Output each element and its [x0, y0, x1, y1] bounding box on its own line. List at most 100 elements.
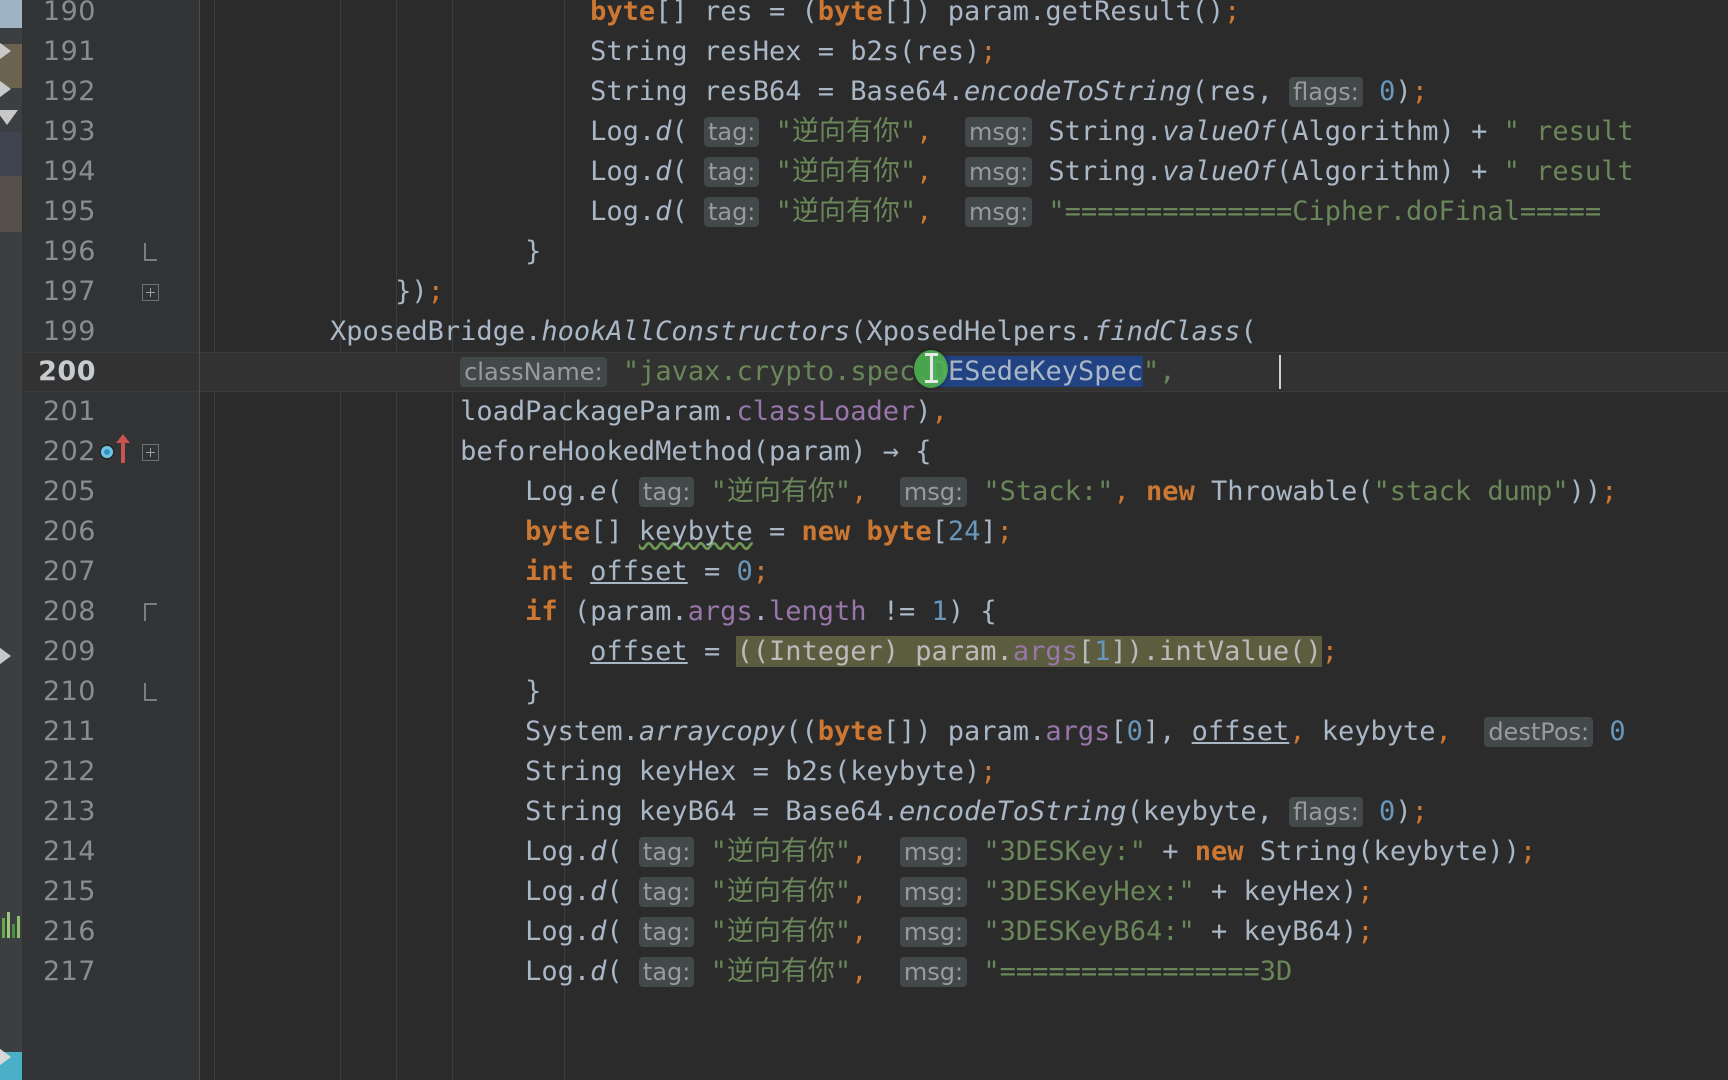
line-number: 191 [42, 36, 96, 67]
gutter-line[interactable]: 209 [22, 632, 199, 672]
code-token: String resHex = b2s(res) [590, 36, 981, 67]
fold-region-marker[interactable] [144, 603, 157, 621]
gutter-line[interactable]: 196 [22, 232, 199, 272]
string-literal: "逆向有你" [710, 476, 852, 507]
code-token: ) { [947, 596, 997, 627]
parameter-hint: className: [460, 357, 607, 387]
fold-region-marker[interactable] [144, 243, 157, 261]
gutter-line[interactable]: 216 [22, 912, 199, 952]
gutter-line[interactable]: 214 [22, 832, 199, 872]
code-line[interactable]: System.arraycopy((byte[]) param.args[0],… [200, 712, 1728, 752]
code-line[interactable]: loadPackageParam.classLoader), [200, 392, 1728, 432]
code-line[interactable]: Log.d( tag: "逆向有你", msg: "3DESKey:" + ne… [200, 832, 1728, 872]
chevron-right-icon-d[interactable] [0, 1046, 11, 1068]
code-token: ( [606, 836, 639, 867]
line-number: 217 [42, 956, 96, 987]
code-token: () [1191, 0, 1225, 27]
fold-region-marker[interactable] [144, 683, 157, 701]
chevron-right-icon-c[interactable] [0, 645, 11, 667]
code-line[interactable]: String resHex = b2s(res); [200, 32, 1728, 72]
gutter-line[interactable]: 212 [22, 752, 199, 792]
code-line[interactable]: String resB64 = Base64.encodeToString(re… [200, 72, 1728, 112]
code-line[interactable]: } [200, 232, 1728, 272]
code-token: , [851, 836, 884, 867]
gutter-line[interactable]: 192 [22, 72, 199, 112]
code-line[interactable]: offset = ((Integer) param.args[1]).intVa… [200, 632, 1728, 672]
structure-marker-rail[interactable] [0, 0, 22, 1080]
override-method-icon[interactable] [116, 434, 130, 463]
fold-expand-icon[interactable] [142, 284, 159, 301]
code-line[interactable]: beforeHookedMethod(param) → { [200, 432, 1728, 472]
code-token: new [1145, 476, 1195, 507]
code-line[interactable]: byte[] res = (byte[]) param.getResult(); [200, 0, 1728, 32]
code-line[interactable]: Log.d( tag: "逆向有你", msg: String.valueOf(… [200, 112, 1728, 152]
code-line[interactable]: Log.d( tag: "逆向有你", msg: "==============… [200, 192, 1728, 232]
code-line[interactable]: }); [200, 272, 1728, 312]
gutter-line[interactable]: 208 [22, 592, 199, 632]
gutter-line[interactable]: 207 [22, 552, 199, 592]
gutter-line[interactable]: 202 [22, 432, 199, 472]
code-token: = [687, 556, 737, 587]
code-token: , [851, 476, 884, 507]
gutter-line[interactable]: 201 [22, 392, 199, 432]
code-token: (XposedHelpers. [850, 316, 1095, 347]
code-line[interactable]: byte[] keybyte = new byte[24]; [200, 512, 1728, 552]
code-line[interactable]: Log.e( tag: "逆向有你", msg: "Stack:", new T… [200, 472, 1728, 512]
code-line[interactable]: if (param.args.length != 1) { [200, 592, 1728, 632]
gutter-line[interactable]: 211 [22, 712, 199, 752]
code-line[interactable]: String keyHex = b2s(keybyte); [200, 752, 1728, 792]
code-line[interactable]: Log.d( tag: "逆向有你", msg: String.valueOf(… [200, 152, 1728, 192]
code-token: loadPackageParam. [200, 396, 737, 427]
code-line[interactable]: Log.d( tag: "逆向有你", msg: "3DESKeyB64:" +… [200, 912, 1728, 952]
gutter-line[interactable]: 199 [22, 312, 199, 352]
gutter-line[interactable]: 191 [22, 32, 199, 72]
line-number: 192 [42, 76, 96, 107]
code-line[interactable]: int offset = 0; [200, 552, 1728, 592]
code-token: String keyHex = b2s(keybyte) [525, 756, 981, 787]
code-token: = [687, 636, 737, 667]
code-line[interactable]: Log.d( tag: "逆向有你", msg: "3DESKeyHex:" +… [200, 872, 1728, 912]
lambda-run-gutter-icon[interactable] [98, 443, 116, 461]
code-line[interactable]: Log.d( tag: "逆向有你", msg: "==============… [200, 952, 1728, 992]
code-token: keybyte [638, 516, 753, 547]
code-token: ; [1357, 916, 1374, 947]
code-line[interactable]: className: "javax.crypto.spec.DESedeKeyS… [200, 352, 1728, 392]
gutter-line[interactable]: 210 [22, 672, 199, 712]
code-line[interactable]: String keyB64 = Base64.encodeToString(ke… [200, 792, 1728, 832]
parameter-hint: tag: [703, 117, 760, 147]
parameter-hint: msg: [899, 957, 968, 987]
string-literal: " result [1503, 156, 1634, 187]
code-token: XposedBridge. [200, 316, 542, 347]
chevron-down-icon-a[interactable] [0, 110, 18, 125]
gutter-line[interactable]: 195 [22, 192, 199, 232]
gutter-line[interactable]: 190 [22, 0, 199, 32]
code-token: , [1435, 716, 1469, 747]
chevron-right-icon-b[interactable] [0, 78, 11, 100]
gutter-line[interactable]: 200 [22, 352, 199, 392]
fold-expand-icon[interactable] [142, 444, 159, 461]
gutter-line[interactable]: 194 [22, 152, 199, 192]
code-token: ; [427, 276, 444, 307]
code-line[interactable]: XposedBridge.hookAllConstructors(XposedH… [200, 312, 1728, 352]
gutter-line[interactable]: 197 [22, 272, 199, 312]
gutter-line[interactable]: 217 [22, 952, 199, 992]
gutter-line[interactable]: 193 [22, 112, 199, 152]
gutter-line[interactable]: 215 [22, 872, 199, 912]
gutter-line[interactable]: 213 [22, 792, 199, 832]
code-line[interactable]: } [200, 672, 1728, 712]
chevron-right-icon-a[interactable] [0, 40, 11, 62]
code-text-area[interactable]: byte[] res = (byte[]) param.getResult();… [200, 0, 1728, 1080]
gutter-line[interactable]: 205 [22, 472, 199, 512]
editor-gutter[interactable]: 190 191 192 193 194 195 196 197 199 200 201 202 205 2… [22, 0, 200, 1080]
code-token: d [655, 116, 672, 147]
gutter-line[interactable]: 206 [22, 512, 199, 552]
